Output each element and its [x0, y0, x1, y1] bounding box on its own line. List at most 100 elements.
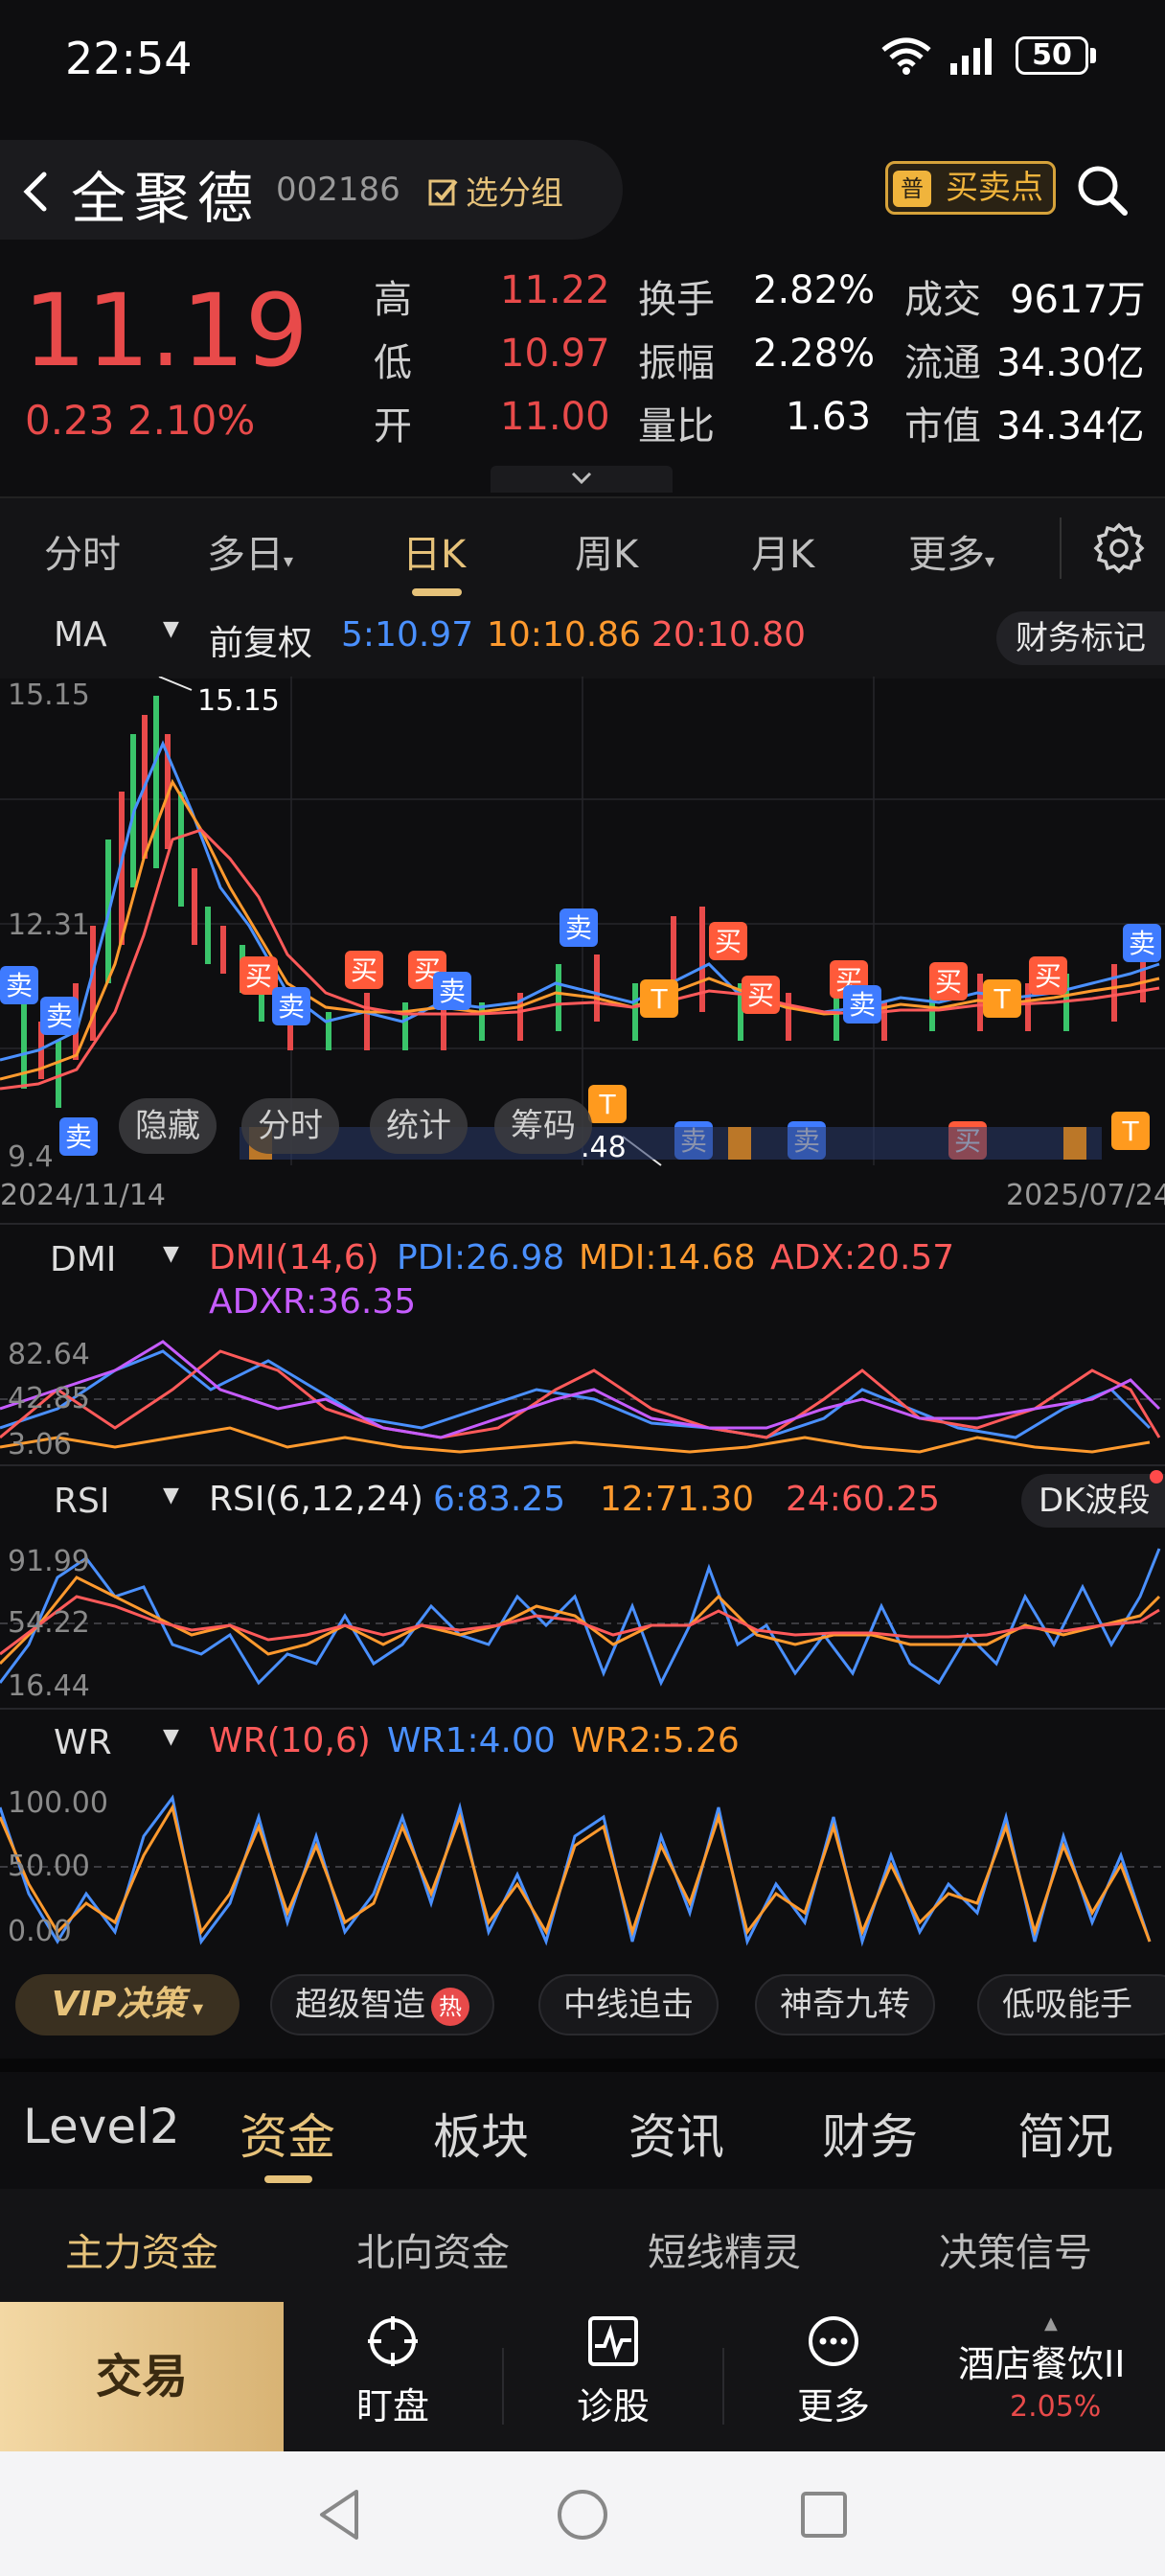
subtab-short-line[interactable]: 短线精灵	[648, 2221, 801, 2277]
sell-marker[interactable]: 卖	[0, 966, 38, 1004]
chip-low-buy[interactable]: 低吸能手	[977, 1974, 1165, 2036]
gear-icon[interactable]	[1092, 521, 1146, 575]
buy-marker-label: 买	[351, 954, 377, 986]
wr-selector[interactable]: WR	[54, 1723, 112, 1762]
tab-news[interactable]: 资讯	[628, 2099, 724, 2168]
t-marker[interactable]: T	[640, 979, 678, 1018]
dropdown-arrow-icon: ▾	[985, 549, 995, 572]
sell-marker[interactable]: 卖	[433, 972, 471, 1010]
wr1-line	[0, 1794, 1152, 1947]
sell-marker[interactable]: 卖	[272, 987, 310, 1025]
battery-tip	[1090, 48, 1096, 63]
tab-timeshare[interactable]: 分时	[44, 523, 121, 579]
subtab-decision-signal[interactable]: 决策信号	[939, 2221, 1092, 2277]
rsi-chart[interactable]	[0, 1539, 1165, 1706]
adxr-value: ADXR:36.35	[209, 1282, 417, 1322]
buy-marker[interactable]: 买	[345, 951, 383, 989]
rsi-title: RSI(6,12,24)	[209, 1480, 423, 1519]
buy-marker[interactable]: 买	[929, 962, 968, 1000]
notification-dot	[1150, 1470, 1163, 1484]
search-icon[interactable]	[1073, 161, 1131, 218]
divider	[1060, 518, 1062, 579]
back-icon[interactable]	[15, 163, 54, 220]
subtab-main-funds[interactable]: 主力资金	[65, 2221, 218, 2277]
quote-value: 2.82%	[753, 268, 876, 312]
quote-value: 11.22	[500, 268, 610, 312]
vip-decision-button[interactable]: VIP决策 ▾	[15, 1974, 240, 2036]
nav-recents-icon[interactable]	[797, 2488, 851, 2542]
chip-magic-nine[interactable]: 神奇九转	[755, 1974, 935, 2036]
checkbox-edit-icon	[428, 179, 458, 206]
ma-selector[interactable]: MA	[54, 615, 107, 655]
tab-sector[interactable]: 板块	[433, 2099, 529, 2168]
chip-midline-chase[interactable]: 中线追击	[538, 1974, 719, 2036]
active-section-underline	[264, 2175, 312, 2183]
high-price-label: 15.15	[197, 684, 280, 718]
sell-marker[interactable]: 卖	[560, 908, 598, 947]
dk-band-button[interactable]: DK波段	[1021, 1474, 1165, 1528]
dropdown-arrow-icon: ▾	[284, 549, 294, 572]
tab-finance[interactable]: 财务	[822, 2099, 918, 2168]
dmi-y-top: 82.64	[8, 1338, 90, 1371]
ma5-value: 5:10.97	[341, 615, 474, 655]
diagnose-button[interactable]: 诊股	[517, 2313, 709, 2429]
wifi-icon	[881, 37, 931, 75]
t-marker[interactable]: T	[588, 1085, 627, 1123]
expand-quote-button[interactable]	[491, 466, 673, 493]
nav-home-icon[interactable]	[554, 2486, 611, 2543]
sell-marker[interactable]: 卖	[843, 985, 881, 1024]
statistics-button[interactable]: 统计	[370, 1098, 468, 1154]
tab-more[interactable]: 更多▾	[908, 523, 994, 579]
dmi-chart[interactable]	[0, 1332, 1165, 1464]
y-axis-top: 15.15	[8, 678, 90, 712]
tab-monthly-k[interactable]: 月K	[751, 523, 814, 579]
timeshare-overlay-button[interactable]: 分时	[241, 1098, 339, 1154]
tab-weekly-k[interactable]: 周K	[575, 523, 638, 579]
sell-marker-label: 卖	[1129, 928, 1155, 959]
more-button[interactable]: 更多	[738, 2313, 929, 2429]
tab-daily-k[interactable]: 日K	[402, 523, 466, 579]
watch-button[interactable]: 盯盘	[297, 2313, 489, 2429]
hide-button[interactable]: 隐藏	[119, 1098, 217, 1154]
subtab-northbound[interactable]: 北向资金	[356, 2221, 510, 2277]
wr1-value: WR1:4.00	[387, 1721, 556, 1760]
stock-code: 002186	[276, 171, 400, 209]
tab-funds[interactable]: 资金	[240, 2099, 335, 2168]
buy-marker-label: 买	[747, 979, 774, 1011]
battery-icon: 50	[1016, 36, 1088, 75]
wr-y-mid: 50.00	[8, 1850, 90, 1883]
pdi-value: PDI:26.98	[397, 1238, 565, 1277]
buy-marker[interactable]: 买	[742, 976, 780, 1014]
wr-chart[interactable]	[0, 1779, 1165, 1951]
t-marker[interactable]: T	[983, 979, 1021, 1018]
chips-button[interactable]: 筹码	[494, 1098, 592, 1154]
quote-label: 高	[374, 278, 412, 322]
ma20-value: 20:10.80	[651, 615, 806, 655]
pulse-chart-icon	[588, 2316, 638, 2366]
rsi-selector[interactable]: RSI	[54, 1482, 109, 1521]
sell-marker[interactable]: 卖	[40, 997, 79, 1035]
t-marker[interactable]: T	[1111, 1112, 1150, 1150]
tab-profile[interactable]: 简况	[1017, 2099, 1113, 2168]
adjust-mode[interactable]: 前复权	[209, 615, 312, 665]
quote-row: 低 10.97 振幅 2.28% 流通 34.30亿	[374, 332, 1150, 389]
chevron-down-icon	[571, 472, 592, 485]
buy-marker[interactable]: 买	[1029, 956, 1067, 995]
sector-name[interactable]: 酒店餐饮II	[958, 2334, 1125, 2387]
sell-marker[interactable]: 卖	[59, 1117, 98, 1156]
nav-back-icon[interactable]	[312, 2486, 366, 2543]
dmi-selector[interactable]: DMI	[50, 1240, 116, 1279]
chip-super-manufacturing[interactable]: 超级智造热	[270, 1974, 494, 2036]
buy-marker[interactable]: 买	[240, 956, 278, 995]
buy-marker[interactable]: 买	[709, 922, 747, 960]
rsi-y-mid: 54.22	[8, 1606, 90, 1640]
select-group-button[interactable]: 选分组	[427, 167, 563, 214]
financial-mark-button[interactable]: 财务标记	[996, 611, 1165, 665]
dropdown-arrow-icon: ▾	[185, 1997, 204, 2021]
quote-value: 2.28%	[753, 332, 876, 376]
sell-marker[interactable]: 卖	[1123, 924, 1161, 962]
tab-level2[interactable]: Level2	[23, 2099, 180, 2154]
section-separator	[0, 2058, 1165, 2072]
trade-button[interactable]: 交易	[0, 2302, 284, 2451]
tab-multiday[interactable]: 多日▾	[207, 523, 293, 579]
